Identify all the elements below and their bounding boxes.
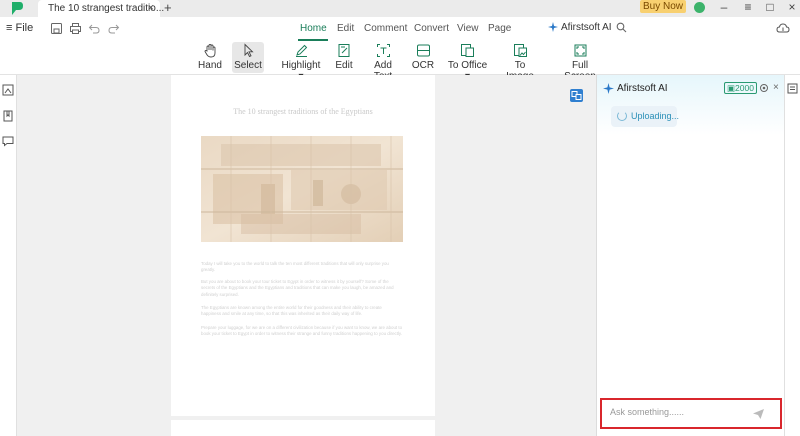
to-office-tool-button[interactable]: To Office ▾: [445, 42, 490, 82]
ocr-tool-label: OCR: [411, 60, 435, 71]
uploading-status: Uploading...: [611, 106, 680, 127]
credits-badge: ▣2000: [724, 82, 757, 94]
tab-comment[interactable]: Comment: [364, 23, 407, 34]
ai-sparkle-icon: [603, 83, 614, 94]
settings-icon[interactable]: [759, 83, 769, 93]
document-viewer[interactable]: The 10 strangest traditions of the Egypt…: [17, 75, 596, 436]
edit-icon: [338, 44, 349, 57]
home-toolbar: Hand Select Highlight ▾ Edit Add Text OC…: [0, 41, 800, 82]
hand-tool-label: Hand: [198, 60, 222, 71]
bookmark-icon[interactable]: [2, 110, 14, 122]
select-tool-button[interactable]: Select: [232, 42, 264, 73]
highlight-pen-icon: [295, 44, 307, 57]
maximize-icon[interactable]: □: [764, 0, 776, 14]
ai-button-label: Afirstsoft AI: [561, 22, 612, 33]
panel-list-icon[interactable]: [787, 83, 798, 94]
window-close-icon[interactable]: ×: [786, 0, 798, 14]
hamburger-menu-icon[interactable]: ≡: [742, 0, 754, 14]
left-sidebar: [0, 75, 17, 436]
app-logo-icon: [12, 2, 23, 15]
edit-tool-label: Edit: [335, 60, 353, 71]
to-image-icon: [513, 44, 527, 57]
right-sidebar: [784, 75, 800, 436]
redo-icon[interactable]: [107, 22, 120, 35]
minimize-icon[interactable]: –: [718, 0, 730, 14]
full-screen-icon: [574, 44, 586, 57]
pdf-page-next: [171, 420, 435, 436]
credits-count: 2000: [735, 83, 754, 93]
tab-home[interactable]: Home: [300, 23, 327, 34]
search-icon[interactable]: [616, 22, 627, 33]
ai-assistant-panel: Afirstsoft AI ▣2000 × Uploading...: [596, 75, 785, 436]
thumbnail-icon[interactable]: [2, 84, 14, 96]
uploading-text: Uploading...: [631, 111, 680, 121]
send-icon[interactable]: [752, 408, 765, 420]
document-paragraph: The Egyptians are known among the entire…: [201, 305, 382, 317]
buy-now-button[interactable]: Buy Now: [640, 0, 686, 13]
tab-convert[interactable]: Convert: [414, 23, 449, 34]
ai-panel-title: Afirstsoft AI: [617, 83, 668, 94]
to-image-tool-button[interactable]: To Image: [501, 42, 539, 82]
title-bar: The 10 strangest traditio... × + Buy Now…: [0, 0, 800, 17]
ai-panel-close-icon[interactable]: ×: [773, 82, 779, 93]
cursor-icon: [244, 43, 254, 58]
print-icon[interactable]: [69, 22, 82, 35]
tab-close-icon[interactable]: ×: [148, 2, 154, 14]
tab-page[interactable]: Page: [488, 23, 511, 34]
ask-input[interactable]: [610, 407, 750, 417]
edit-tool-button[interactable]: Edit: [333, 42, 355, 73]
user-avatar[interactable]: [694, 2, 705, 13]
ask-input-box: [600, 398, 782, 429]
new-tab-icon[interactable]: +: [164, 0, 172, 15]
highlight-tool-button[interactable]: Highlight ▾: [279, 42, 323, 82]
pdf-page: The 10 strangest traditions of the Egypt…: [171, 75, 435, 416]
undo-icon[interactable]: [88, 22, 101, 35]
loading-spinner-icon: [617, 111, 627, 121]
document-tab[interactable]: The 10 strangest traditio... ×: [38, 0, 164, 17]
document-paragraph: Prepare your luggage, for we are on a di…: [201, 325, 403, 337]
ocr-tool-button[interactable]: OCR: [411, 42, 435, 73]
tab-edit[interactable]: Edit: [337, 23, 354, 34]
egyptian-papyrus-image: [201, 136, 403, 242]
select-tool-label: Select: [234, 60, 262, 71]
cloud-icon[interactable]: [776, 22, 790, 34]
full-screen-tool-button[interactable]: Full Screen: [558, 42, 602, 82]
document-paragraph: But you are about to book your tour tick…: [201, 279, 394, 297]
hand-icon: [204, 44, 215, 58]
document-paragraph: Today I will take you to the world to ta…: [201, 261, 389, 273]
ai-panel-header: Afirstsoft AI ▣2000 × Uploading...: [597, 75, 785, 135]
file-menu[interactable]: ≡ File: [6, 22, 33, 34]
save-icon[interactable]: [50, 22, 63, 35]
translate-float-button[interactable]: [570, 89, 583, 102]
ai-sparkle-icon: [548, 22, 558, 32]
add-text-tool-button[interactable]: Add Text: [364, 42, 402, 82]
comment-icon[interactable]: [2, 135, 14, 147]
ocr-icon: [416, 44, 430, 57]
tab-view[interactable]: View: [457, 23, 479, 34]
hand-tool-button[interactable]: Hand: [196, 42, 224, 73]
credits-icon: ▣: [727, 83, 736, 93]
translate-icon: [571, 91, 582, 100]
menu-bar: ≡ File Home Edit Comment Convert View Pa…: [0, 17, 800, 41]
add-text-icon: [376, 44, 390, 57]
to-office-icon: [461, 44, 474, 57]
document-title: The 10 strangest traditions of the Egypt…: [233, 107, 373, 116]
